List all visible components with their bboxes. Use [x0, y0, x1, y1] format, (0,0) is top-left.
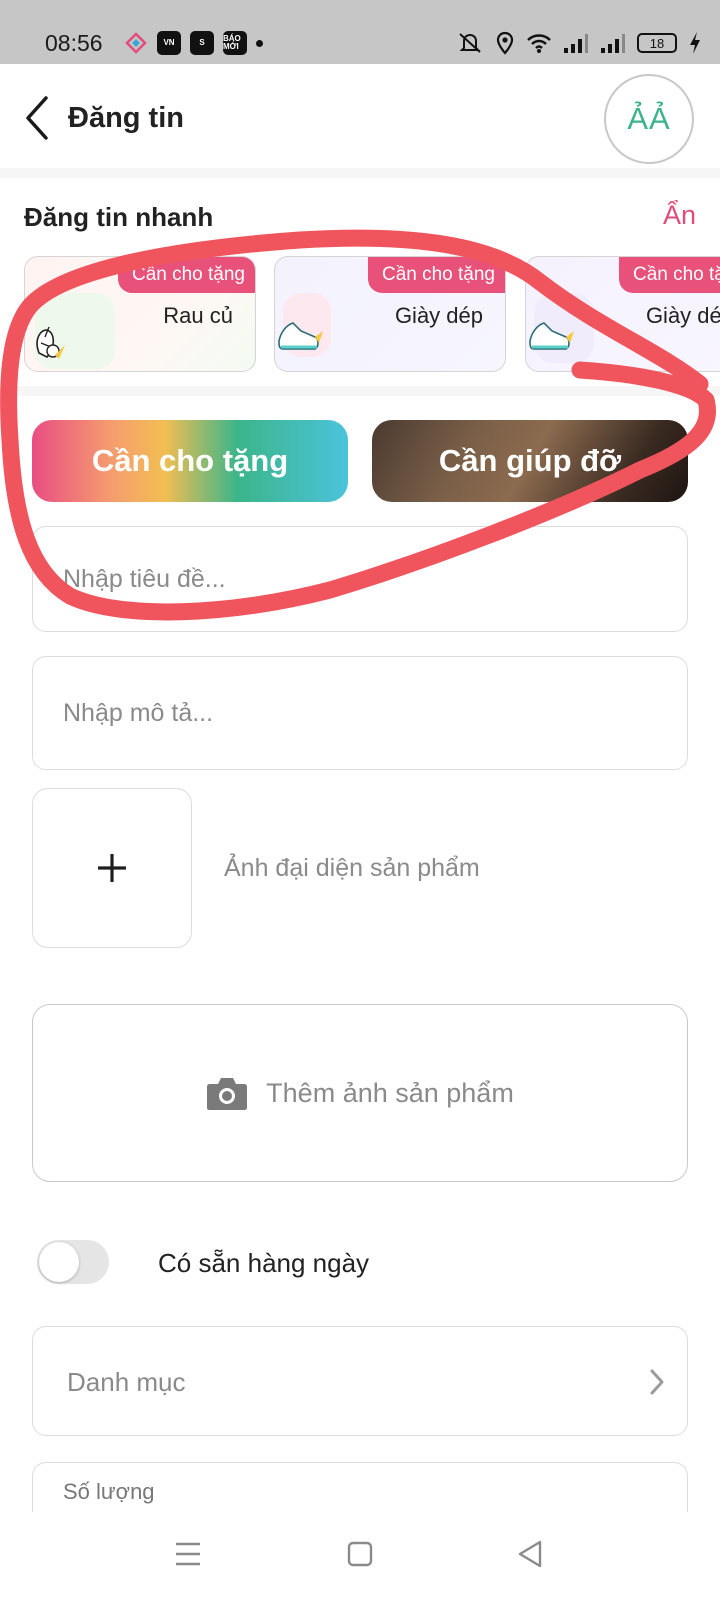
location-icon [496, 31, 514, 55]
app-header: Đăng tin ẢẢ [0, 64, 720, 168]
notification-dot-icon [256, 39, 263, 47]
shoe-icon [278, 293, 331, 357]
card-label: Rau củ [163, 303, 233, 328]
back-button[interactable] [20, 94, 56, 142]
status-app-icons: VN S BÁO MỚI [124, 31, 263, 55]
app-vn-icon: VN [157, 31, 181, 55]
chevron-right-icon [650, 1369, 664, 1395]
app-shopee-icon: S [190, 31, 214, 55]
vegetables-icon [35, 293, 115, 369]
plus-icon [98, 854, 126, 882]
give-away-button[interactable]: Cần cho tặng [32, 420, 348, 502]
system-back-button[interactable] [510, 1534, 550, 1574]
status-indicators: 18 [456, 30, 702, 56]
signal-2-icon [601, 34, 625, 53]
app-baomoi-icon: BÁO MỚI [223, 31, 247, 55]
app-diamond-icon [124, 31, 148, 55]
quick-card-shoes-2[interactable]: Cần cho tặng Giày dép [525, 256, 720, 372]
font-size-button[interactable]: ẢẢ [604, 74, 694, 164]
hide-quick-post-button[interactable]: Ẩn [663, 200, 696, 231]
quick-post-list: Cần cho tặng Rau củ Cần cho tặng Giày dé… [24, 256, 720, 374]
triangle-back-icon [518, 1540, 542, 1568]
add-photos-label: Thêm ảnh sản phẩm [266, 1077, 514, 1108]
title-placeholder: Nhập tiêu đề... [63, 565, 226, 593]
category-select[interactable]: Danh mục [32, 1326, 688, 1436]
category-placeholder: Danh mục [67, 1367, 186, 1397]
status-bar: 08:56 VN S BÁO MỚI 18 [0, 0, 720, 64]
daily-available-toggle[interactable] [37, 1240, 109, 1284]
need-help-button[interactable]: Cần giúp đỡ [372, 420, 688, 502]
battery-icon: 18 [637, 33, 677, 53]
card-label: Giày dép [645, 303, 720, 328]
home-button[interactable] [340, 1534, 380, 1574]
quick-card-shoes[interactable]: Cần cho tặng Giày dép [274, 256, 506, 372]
menu-icon [176, 1542, 200, 1566]
add-avatar-button[interactable] [32, 788, 192, 948]
section-divider [0, 386, 720, 396]
card-badge: Cần cho tặng [367, 257, 505, 293]
wifi-icon [527, 34, 551, 53]
charging-icon [690, 32, 700, 54]
recent-apps-button[interactable] [168, 1534, 208, 1574]
quantity-label: Số lượng [63, 1479, 155, 1504]
shoe-icon [529, 293, 594, 363]
add-photos-button[interactable]: Thêm ảnh sản phẩm [32, 1004, 688, 1182]
daily-available-label: Có sẵn hàng ngày [158, 1248, 370, 1278]
mute-icon [459, 33, 481, 53]
page-title: Đăng tin [68, 102, 184, 134]
signal-1-icon [564, 34, 588, 53]
camera-icon [207, 1078, 248, 1110]
toggle-knob [39, 1242, 79, 1282]
square-icon [347, 1541, 373, 1567]
title-input[interactable]: Nhập tiêu đề... [32, 526, 688, 632]
section-divider [0, 168, 720, 178]
quick-card-vegetables[interactable]: Cần cho tặng Rau củ [24, 256, 256, 372]
status-time: 08:56 [45, 30, 103, 56]
card-badge: Cần cho tặng [618, 257, 720, 293]
description-placeholder: Nhập mô tả... [63, 699, 214, 727]
system-nav-bar [0, 1512, 720, 1600]
chevron-left-icon [26, 96, 48, 140]
avatar-label: Ảnh đại diện sản phẩm [224, 854, 480, 882]
card-label: Giày dép [394, 303, 483, 328]
description-input[interactable]: Nhập mô tả... [32, 656, 688, 770]
quick-post-title: Đăng tin nhanh [24, 202, 214, 232]
card-badge: Cần cho tặng [117, 257, 255, 293]
